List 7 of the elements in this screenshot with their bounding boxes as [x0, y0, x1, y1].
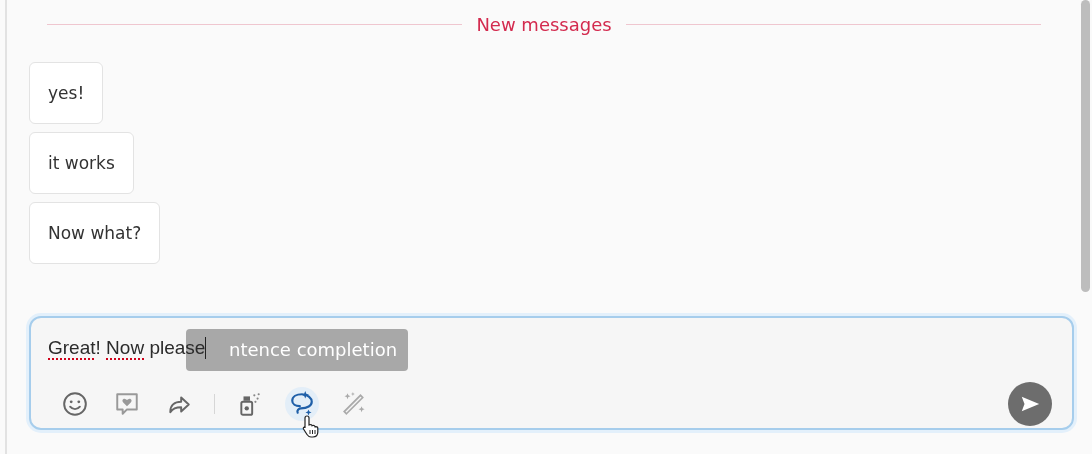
message-bubble: yes! — [29, 62, 104, 124]
send-button[interactable] — [1008, 382, 1052, 426]
message-bubble: Now what? — [29, 202, 161, 264]
scrollbar[interactable] — [1081, 0, 1090, 292]
new-messages-label: New messages — [476, 13, 612, 35]
message-bubble: it works — [29, 132, 134, 194]
lasso-sparkle-icon[interactable] — [285, 387, 319, 421]
